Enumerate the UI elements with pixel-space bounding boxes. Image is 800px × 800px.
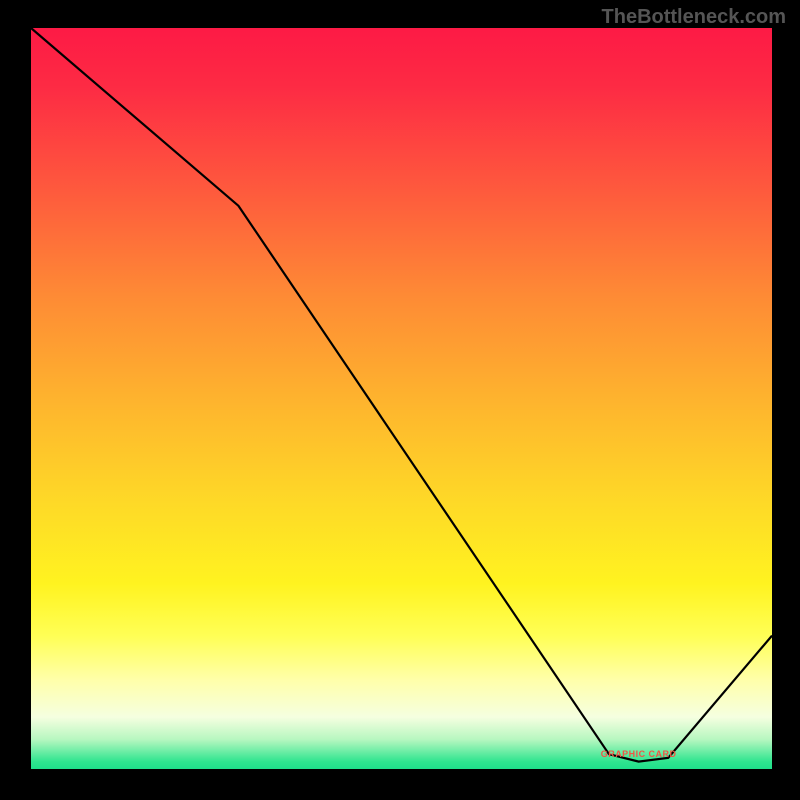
graphic-card-marker: GRAPHIC CARD — [601, 749, 677, 759]
plot-area: GRAPHIC CARD — [28, 28, 772, 772]
chart-container: TheBottleneck.com GRAPHIC CARD — [0, 0, 800, 800]
chart-svg: GRAPHIC CARD — [31, 28, 772, 769]
bottleneck-curve-line — [31, 28, 772, 762]
watermark-label: TheBottleneck.com — [602, 6, 786, 29]
